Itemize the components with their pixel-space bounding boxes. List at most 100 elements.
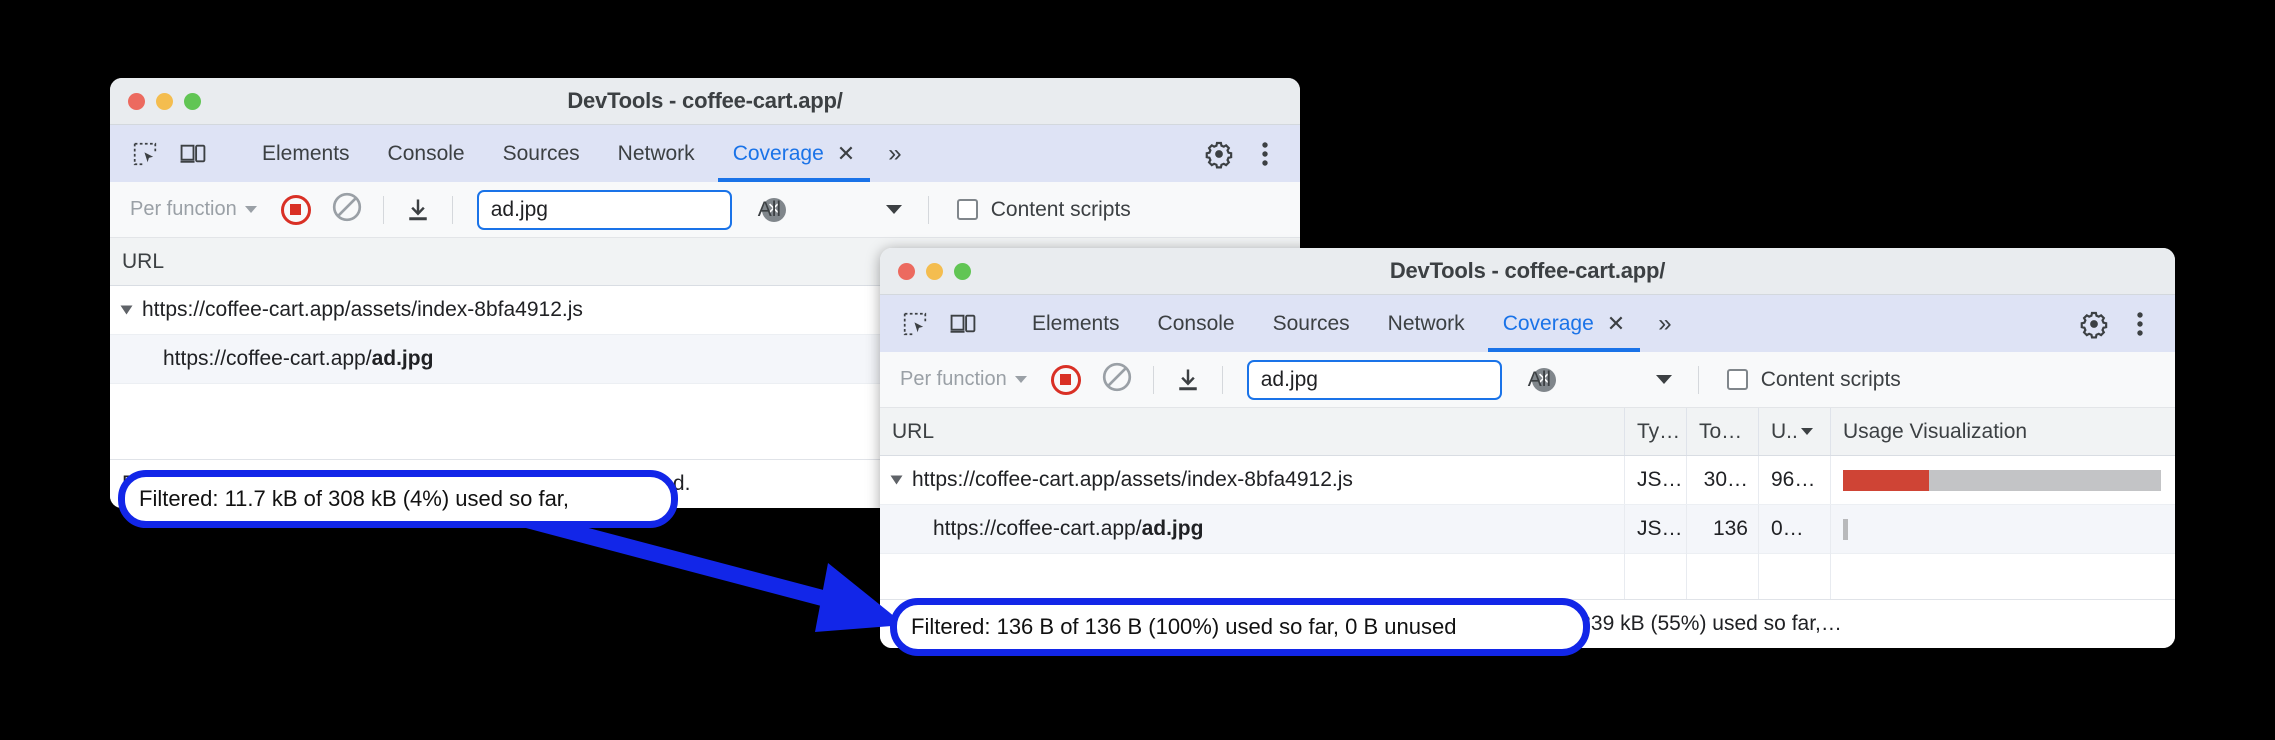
toolbar-divider	[451, 195, 453, 224]
screenshot-stage: DevTools - coffee-cart.app/ Elements Con…	[0, 0, 2275, 740]
back-window-titlebar: DevTools - coffee-cart.app/	[110, 78, 1300, 125]
cell-usage-visualization	[1831, 456, 2175, 504]
column-header-usage-visualization[interactable]: Usage Visualization	[1831, 408, 2175, 455]
column-header-total-bytes[interactable]: To…	[1687, 408, 1759, 455]
front-filter-input-wrapper[interactable]: ✕	[1246, 359, 1556, 400]
front-coverage-toolbar: Per function ✕	[880, 352, 2175, 408]
table-row[interactable]: https://coffee-cart.app/assets/index-8bf…	[880, 456, 2175, 505]
clear-all-icon[interactable]	[1101, 361, 1133, 398]
export-download-icon[interactable]	[1174, 366, 1202, 394]
clear-all-icon[interactable]	[331, 191, 363, 228]
back-tabstrip: Elements Console Sources Network Coverag…	[110, 125, 1300, 182]
url-label: https://coffee-cart.app/ad.jpg	[933, 517, 1204, 540]
inspect-element-icon[interactable]	[124, 133, 166, 175]
tab-sources[interactable]: Sources	[1254, 295, 1369, 352]
granularity-dropdown[interactable]: Per function	[124, 198, 263, 221]
active-tab-underline	[1487, 348, 1641, 352]
cell-usage-visualization	[1831, 505, 2175, 553]
back-callout-label: Filtered: 11.7 kB of 308 kB (4%) used so…	[139, 486, 570, 511]
kebab-menu-icon[interactable]	[1244, 133, 1286, 175]
export-download-icon[interactable]	[404, 196, 432, 224]
back-filter-input-wrapper[interactable]: ✕	[476, 189, 786, 230]
inspect-element-icon[interactable]	[894, 303, 936, 345]
cell-total-bytes: 30…	[1687, 456, 1759, 504]
chevron-down-icon	[1014, 376, 1027, 383]
close-icon[interactable]: ✕	[1607, 312, 1625, 335]
front-tabstrip: Elements Console Sources Network Coverag…	[880, 295, 2175, 352]
back-tabstrip-right-icons	[1173, 125, 1300, 182]
back-tabstrip-left-icons	[110, 125, 243, 182]
toolbar-divider	[1152, 365, 1154, 394]
tab-console[interactable]: Console	[369, 125, 484, 182]
tab-elements[interactable]: Elements	[1013, 295, 1139, 352]
usage-bar	[1843, 518, 1848, 540]
filter-input[interactable]	[1260, 367, 1532, 392]
cell-total-bytes: 136	[1687, 505, 1759, 553]
column-header-unused-bytes[interactable]: U..	[1759, 408, 1831, 455]
chevron-down-icon	[1655, 375, 1672, 384]
close-icon[interactable]: ✕	[837, 142, 855, 165]
column-header-url[interactable]: URL	[880, 408, 1625, 455]
column-header-type[interactable]: Ty…	[1625, 408, 1687, 455]
toolbar-divider	[382, 195, 384, 224]
toolbar-divider	[1221, 365, 1223, 394]
front-table-empty-area	[880, 549, 2175, 599]
table-row[interactable]: https://coffee-cart.app/ad.jpg JS… 136 0…	[880, 505, 2175, 554]
more-tabs-chevron-icon[interactable]: »	[1644, 295, 1679, 352]
content-scripts-label: Content scripts	[1760, 367, 1901, 391]
tab-coverage[interactable]: Coverage ✕	[714, 125, 875, 182]
url-label: https://coffee-cart.app/assets/index-8bf…	[142, 298, 583, 321]
content-scripts-checkbox-row[interactable]: Content scripts	[1726, 367, 1901, 392]
filter-input[interactable]	[490, 197, 762, 222]
back-window-title: DevTools - coffee-cart.app/	[567, 88, 843, 113]
tab-network[interactable]: Network	[599, 125, 714, 182]
front-devtools-window[interactable]: DevTools - coffee-cart.app/ Elements Con…	[880, 248, 2175, 648]
front-table-header: URL Ty… To… U.. Usage Visualization	[880, 408, 2175, 456]
sort-descending-icon	[1800, 428, 1813, 435]
content-scripts-label: Content scripts	[990, 197, 1131, 221]
content-scripts-checkbox-row[interactable]: Content scripts	[956, 197, 1131, 222]
cell-unused-bytes: 96…	[1759, 456, 1831, 504]
more-tabs-chevron-icon[interactable]: »	[874, 125, 909, 182]
type-filter-dropdown[interactable]: All	[758, 198, 908, 222]
expand-triangle-icon[interactable]	[890, 475, 903, 485]
url-label: https://coffee-cart.app/assets/index-8bf…	[912, 468, 1353, 491]
back-filtered-callout: Filtered: 11.7 kB of 308 kB (4%) used so…	[118, 470, 678, 528]
active-tab-underline	[717, 178, 871, 182]
cell-type: JS…	[1625, 456, 1687, 504]
cell-url: https://coffee-cart.app/ad.jpg	[880, 505, 1625, 553]
toolbar-divider	[927, 195, 929, 224]
url-label: https://coffee-cart.app/ad.jpg	[163, 347, 434, 370]
content-scripts-checkbox[interactable]	[1726, 369, 1748, 390]
gear-icon[interactable]	[1198, 133, 1240, 175]
device-toolbar-icon[interactable]	[172, 133, 214, 175]
toolbar-divider	[1697, 365, 1699, 394]
expand-triangle-icon[interactable]	[120, 305, 133, 315]
content-scripts-checkbox[interactable]	[956, 199, 978, 220]
tab-console[interactable]: Console	[1139, 295, 1254, 352]
kebab-menu-icon[interactable]	[2119, 303, 2161, 345]
tab-sources[interactable]: Sources	[484, 125, 599, 182]
stop-recording-button[interactable]	[1050, 364, 1081, 395]
front-window-title: DevTools - coffee-cart.app/	[1389, 258, 1666, 283]
usage-unused-segment	[1928, 469, 2161, 491]
stop-recording-button[interactable]	[280, 194, 311, 225]
device-toolbar-icon[interactable]	[942, 303, 984, 345]
cell-unused-bytes: 0…	[1759, 505, 1831, 553]
usage-bar	[1843, 469, 2161, 491]
front-window-titlebar: DevTools - coffee-cart.app/	[880, 248, 2175, 295]
gear-icon[interactable]	[2073, 303, 2115, 345]
front-tabstrip-left-icons	[880, 295, 1013, 352]
chevron-down-icon	[244, 206, 257, 213]
front-panel-tabs: Elements Console Sources Network Coverag…	[1013, 295, 1680, 352]
front-filtered-callout: Filtered: 136 B of 136 B (100%) used so …	[890, 598, 1590, 656]
granularity-dropdown[interactable]: Per function	[894, 368, 1033, 391]
back-panel-tabs: Elements Console Sources Network Coverag…	[243, 125, 910, 182]
tab-network[interactable]: Network	[1369, 295, 1484, 352]
tab-elements[interactable]: Elements	[243, 125, 369, 182]
tab-coverage[interactable]: Coverage ✕	[1484, 295, 1645, 352]
front-callout-label: Filtered: 136 B of 136 B (100%) used so …	[911, 614, 1457, 639]
front-tabstrip-right-icons	[2048, 295, 2175, 352]
cell-url: https://coffee-cart.app/assets/index-8bf…	[880, 456, 1625, 504]
type-filter-dropdown[interactable]: All	[1528, 368, 1678, 392]
